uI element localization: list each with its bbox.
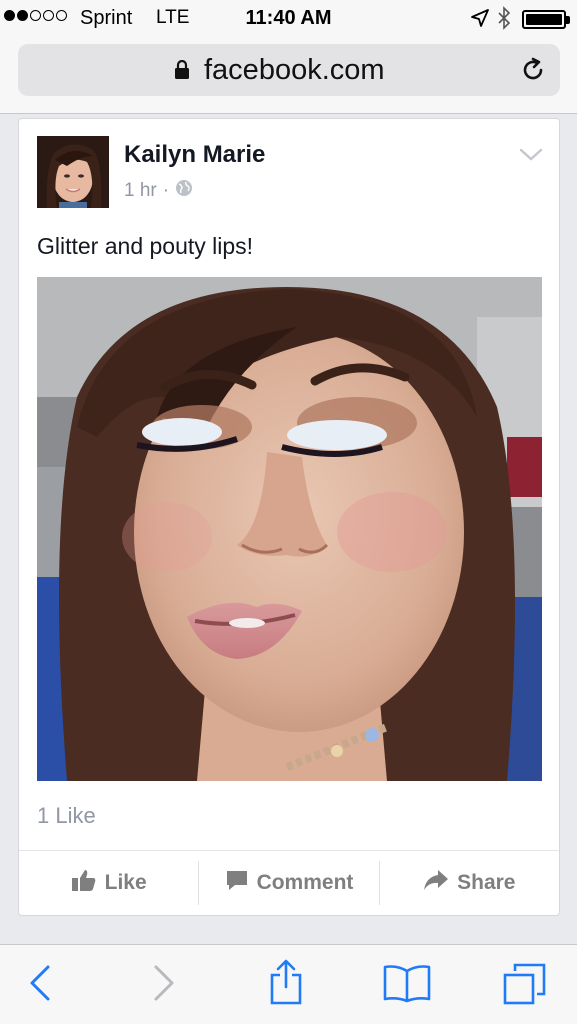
post-card: Kailyn Marie 1 hr · Glitter and pouty li… [18,118,560,916]
comment-label: Comment [256,871,354,894]
post-author-name[interactable]: Kailyn Marie [124,141,265,169]
like-button[interactable]: Like [19,851,198,915]
meta-separator: · [162,180,170,201]
chevron-down-icon[interactable] [519,147,543,168]
author-avatar[interactable] [37,136,109,208]
tabs-icon[interactable] [502,961,548,1012]
url-text: facebook.com [204,54,385,86]
post-photo[interactable] [37,277,542,781]
share-label: Share [457,871,516,894]
address-bar[interactable]: facebook.com [18,44,560,96]
status-time: 11:40 AM [245,7,332,29]
thumbs-up-icon [71,868,97,898]
forward-icon[interactable] [152,963,176,1008]
post-meta: 1 hr · [124,179,193,203]
bluetooth-icon [497,6,511,36]
back-icon[interactable] [28,963,52,1008]
lock-icon [174,59,190,85]
share-button[interactable]: Share [380,851,559,915]
share-icon[interactable] [266,957,306,1012]
like-label: Like [104,871,147,894]
share-arrow-icon [423,869,449,897]
battery-icon [522,10,570,29]
location-icon [470,8,490,34]
status-bar: Sprint LTE 11:40 AM [0,0,577,36]
reload-icon[interactable] [520,57,546,88]
post-text: Glitter and pouty lips! [37,233,254,259]
post-actions: Like Comment Share [19,851,559,915]
comment-icon [225,868,249,898]
browser-toolbar [0,944,577,1024]
browser-address-area: facebook.com [0,36,577,114]
comment-button[interactable]: Comment [199,851,378,915]
bookmarks-icon[interactable] [382,963,432,1008]
globe-icon [175,179,193,203]
post-timestamp[interactable]: 1 hr [124,180,157,202]
likes-count[interactable]: 1 Like [37,803,96,829]
